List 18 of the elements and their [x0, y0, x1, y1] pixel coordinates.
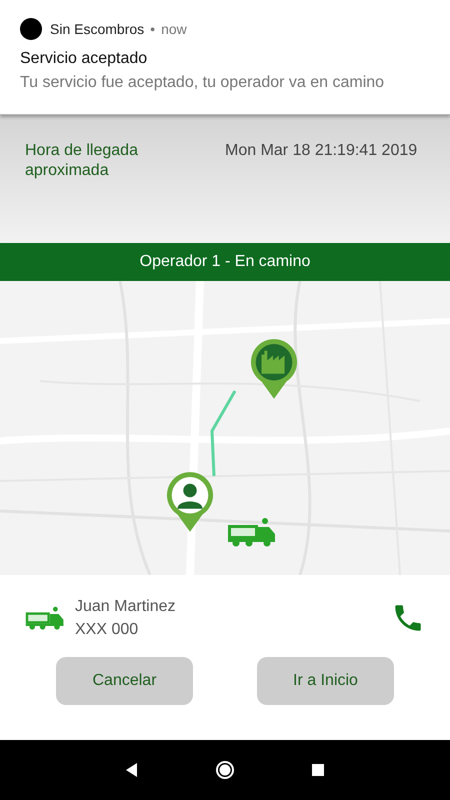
notification-title: Servicio aceptado — [20, 50, 148, 68]
arrival-time: Mon Mar 18 21:19:41 2019 — [225, 141, 418, 161]
action-button[interactable]: Cancelar — [56, 657, 193, 705]
arrival-label: Hora de llegada aproximada — [25, 141, 139, 181]
home-icon[interactable] — [214, 760, 235, 780]
separator-dot: • — [150, 21, 156, 37]
vehicle-plate: XXX 000 — [75, 620, 140, 640]
app-name: Sin Escombros — [50, 21, 144, 37]
notification-time: now — [161, 21, 187, 37]
status-text: Operador 1 - En camino — [140, 253, 310, 271]
app-icon — [20, 18, 42, 40]
truck-icon[interactable] — [227, 516, 277, 548]
factory-pin-icon[interactable] — [250, 339, 298, 399]
notification-body: Tu servicio fue aceptado, tu operador va en camino — [20, 74, 386, 92]
operator-name: Juan Martinez — [75, 597, 176, 617]
action-button[interactable]: Ir a Inicio — [257, 657, 394, 705]
truck-icon — [25, 605, 65, 631]
person-pin-icon[interactable] — [166, 472, 214, 532]
